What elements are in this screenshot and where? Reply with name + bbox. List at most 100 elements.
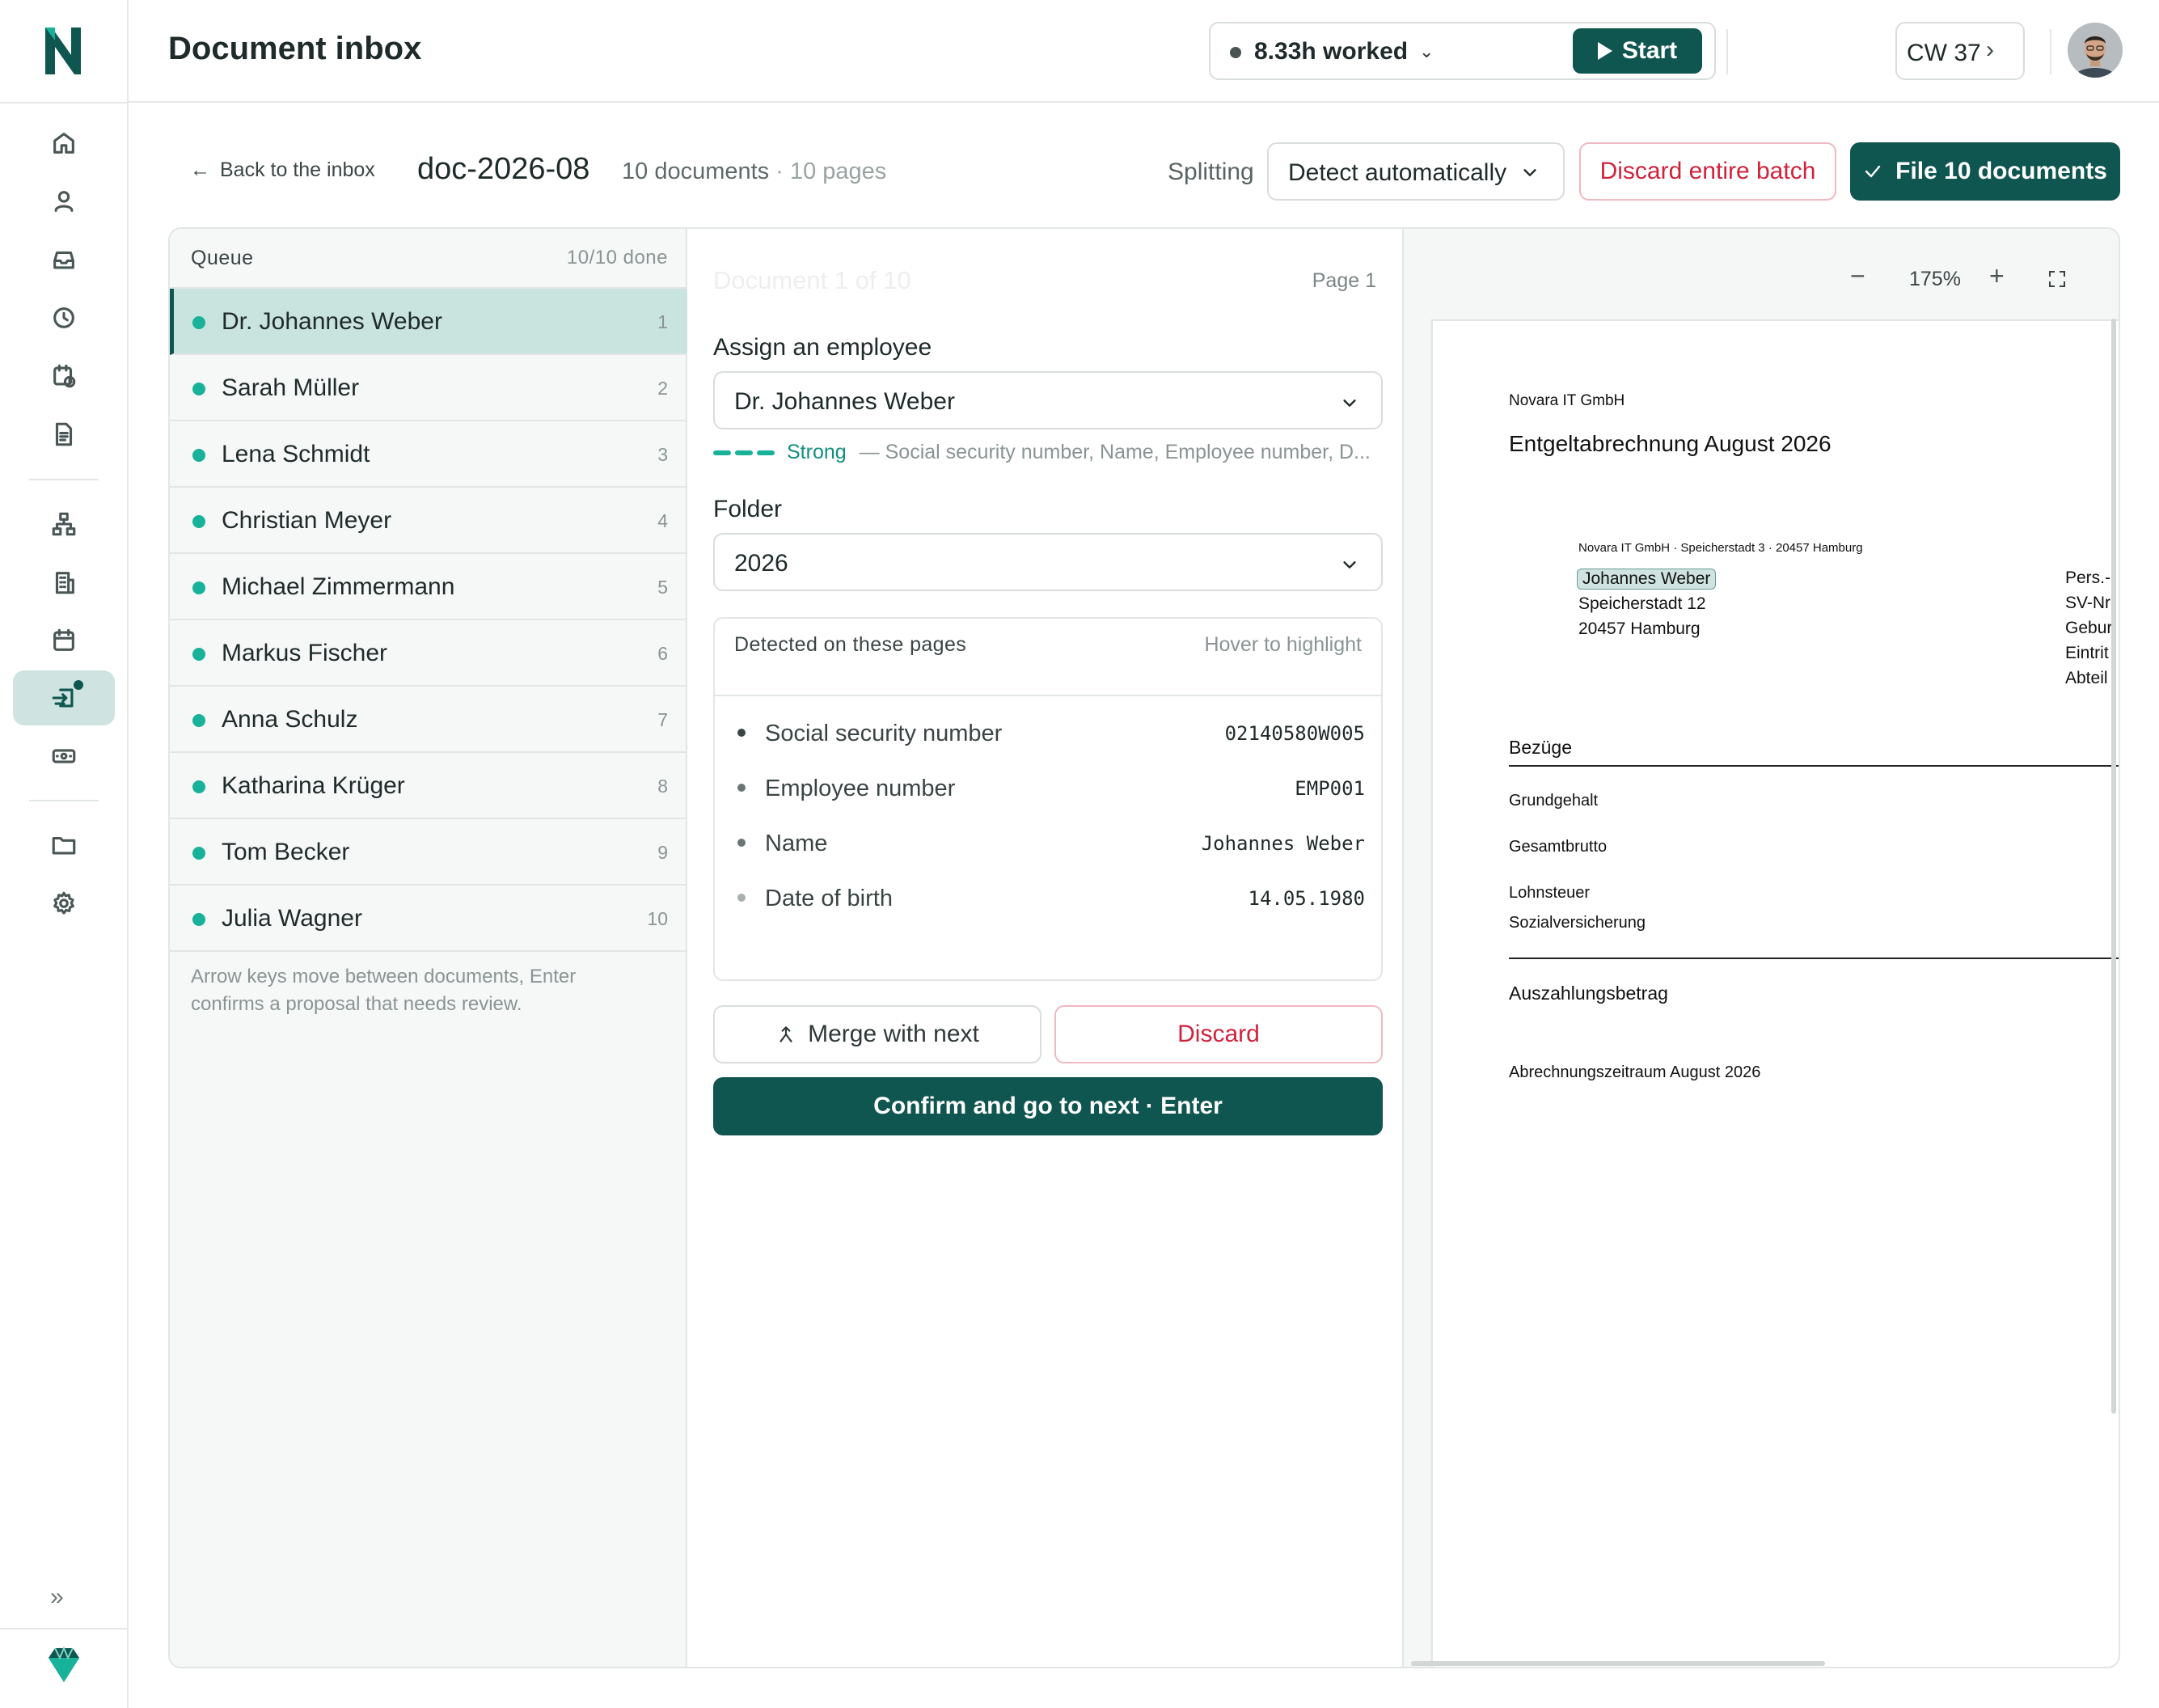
doc-sender-line: Novara IT GmbH · Speicherstadt 3 · 20457…: [1578, 541, 1863, 555]
queue-item[interactable]: Tom Becker 9: [170, 819, 687, 886]
discard-document-button[interactable]: Discard: [1054, 1005, 1383, 1063]
queue-item-number: 10: [647, 908, 668, 929]
back-to-inbox-link[interactable]: ← Back to the inbox: [190, 159, 375, 182]
document-position: Document 1 of 10: [713, 266, 911, 294]
queue-panel: Queue 10/10 done Dr. Johannes Weber 1 Sa…: [170, 229, 687, 1667]
strength-bar: [713, 450, 731, 455]
document-count: 10 documents: [622, 159, 770, 184]
document-page: Novara IT GmbH Entgeltabrechnung August …: [1431, 319, 2119, 1667]
queue-item[interactable]: Anna Schulz 7: [170, 687, 687, 753]
rail-separator: [29, 800, 99, 801]
doc-meta-label: Pers.-: [2065, 569, 2111, 587]
queue-item-number: 1: [657, 311, 668, 332]
doc-meta-label: Eintrit: [2065, 644, 2109, 662]
bullet: [737, 729, 746, 737]
expand-rail-icon[interactable]: »: [50, 1583, 64, 1611]
doc-row: Gesamtbrutto: [1509, 838, 1608, 856]
employee-value: Dr. Johannes Weber: [734, 388, 955, 415]
play-icon: [1597, 42, 1612, 60]
queue-item[interactable]: Katharina Krüger 8: [170, 753, 687, 819]
queue-item-name: Julia Wagner: [222, 905, 362, 932]
detected-field[interactable]: Social security number 02140580W005: [734, 716, 1365, 748]
queue-item-number: 7: [657, 709, 668, 730]
gear-icon[interactable]: [49, 888, 79, 919]
discard-batch-button[interactable]: Discard entire batch: [1579, 142, 1836, 201]
person-icon[interactable]: [49, 186, 79, 217]
doc-row: Grundgehalt: [1509, 792, 1599, 810]
start-timer-button[interactable]: Start: [1573, 28, 1702, 74]
detected-field[interactable]: Date of birth 14.05.1980: [734, 881, 1365, 913]
file-label: File 10 documents: [1895, 158, 2107, 184]
gem-icon[interactable]: [45, 1645, 82, 1685]
zoom-level: 175%: [1909, 268, 1961, 290]
detected-field[interactable]: Name Johannes Weber: [734, 826, 1365, 858]
folder-label: Folder: [713, 496, 783, 522]
batch-meta: 10 documents · 10 pages: [622, 159, 887, 184]
queue-item-number: 2: [657, 378, 668, 399]
back-label: Back to the inbox: [220, 159, 375, 181]
building-icon[interactable]: [49, 567, 79, 598]
queue-item[interactable]: Julia Wagner 10: [170, 886, 687, 952]
queue-title: Queue: [191, 247, 254, 269]
chevron-down-icon: [1343, 400, 1356, 407]
queue-item[interactable]: Dr. Johannes Weber 1: [170, 289, 687, 355]
doc-rule: [1509, 958, 2119, 959]
batch-review-card: Queue 10/10 done Dr. Johannes Weber 1 Sa…: [168, 227, 2120, 1668]
document-icon[interactable]: [49, 419, 79, 450]
home-icon[interactable]: [49, 128, 79, 159]
doc-company: Novara IT GmbH: [1509, 392, 1625, 409]
queue-item[interactable]: Lena Schmidt 3: [170, 421, 687, 488]
week-selector[interactable]: CW 37 ›: [1895, 22, 2025, 80]
queue-item[interactable]: Michael Zimmermann 5: [170, 554, 687, 620]
status-dot: [192, 316, 205, 329]
app-logo[interactable]: [42, 23, 84, 79]
queue-item-name: Markus Fischer: [222, 640, 388, 666]
detected-field[interactable]: Employee number EMP001: [734, 771, 1365, 803]
doc-title: Entgeltabrechnung August 2026: [1509, 431, 1832, 456]
doc-highlighted-name[interactable]: Johannes Weber: [1577, 569, 1717, 590]
folder-select[interactable]: 2026: [713, 533, 1383, 591]
bullet: [737, 839, 746, 847]
queue-item[interactable]: Sarah Müller 2: [170, 355, 687, 421]
rail-divider: [0, 102, 129, 104]
inbox-icon[interactable]: [49, 244, 79, 275]
start-label: Start: [1621, 37, 1678, 64]
confirm-next-button[interactable]: Confirm and go to next · Enter: [713, 1077, 1383, 1135]
document-preview-panel: − 175% + Novara IT GmbH Entgeltabrechnun…: [1404, 229, 2119, 1667]
queue-item-name: Christian Meyer: [222, 507, 392, 534]
queue-item-name: Tom Becker: [222, 839, 350, 865]
queue-item[interactable]: Christian Meyer 4: [170, 488, 687, 554]
avatar[interactable]: [2068, 23, 2123, 78]
chevron-down-icon: ⌄: [1419, 41, 1434, 61]
status-dot: [192, 847, 205, 860]
queue-item-name: Lena Schmidt: [222, 441, 370, 467]
doc-row: Sozialversicherung: [1509, 914, 1646, 932]
zoom-out-button[interactable]: −: [1850, 261, 1865, 291]
queue-item-name: Sarah Müller: [222, 374, 360, 401]
calendar-icon[interactable]: [49, 625, 79, 656]
cash-icon[interactable]: [49, 741, 79, 772]
clock-icon[interactable]: [49, 302, 79, 333]
strength-bar: [757, 450, 775, 455]
status-dot: [192, 515, 205, 528]
employee-select[interactable]: Dr. Johannes Weber: [713, 371, 1383, 429]
assign-employee-label: Assign an employee: [713, 334, 932, 361]
merge-icon: [780, 1026, 792, 1042]
file-documents-button[interactable]: File 10 documents: [1850, 142, 2120, 201]
preview-horizontal-scrollbar[interactable]: [1411, 1661, 1825, 1666]
page-title: Document inbox: [168, 31, 422, 66]
org-chart-icon[interactable]: [49, 509, 79, 539]
splitting-value: Detect automatically: [1288, 159, 1507, 186]
merge-with-next-button[interactable]: Merge with next: [713, 1005, 1041, 1063]
queue-item-number: 8: [657, 776, 668, 797]
splitting-select[interactable]: Detect automatically: [1267, 142, 1565, 201]
folder-icon[interactable]: [49, 830, 79, 860]
preview-vertical-scrollbar[interactable]: [2111, 319, 2116, 1414]
calendar-clock-icon[interactable]: [49, 361, 79, 391]
fullscreen-icon[interactable]: [2047, 269, 2067, 289]
chevron-down-icon: [1343, 561, 1356, 569]
chevron-right-icon[interactable]: ›: [1986, 36, 1994, 64]
queue-item[interactable]: Markus Fischer 6: [170, 620, 687, 687]
zoom-in-button[interactable]: +: [1989, 261, 2005, 291]
document-detail-panel: Document 1 of 10 Page 1 Assign an employ…: [687, 229, 1404, 1667]
